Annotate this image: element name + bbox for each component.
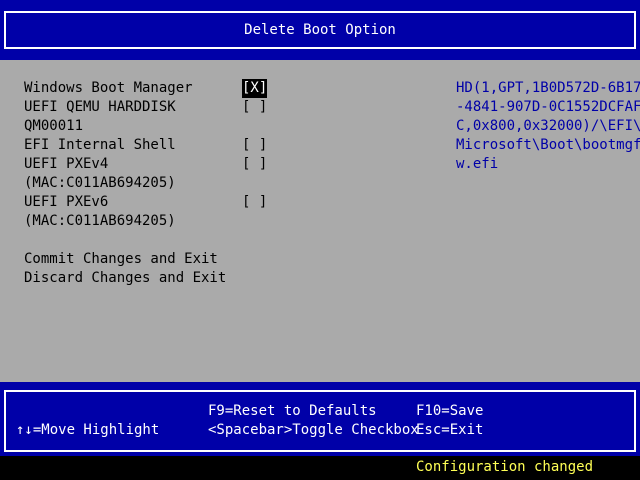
boot-option-label-continuation[interactable]: (MAC:C011AB694205) [24,212,176,231]
boot-option-label-continuation[interactable]: (MAC:C011AB694205) [24,174,176,193]
discard-changes-button[interactable]: Discard Changes and Exit [24,269,226,288]
exit-hint: Esc=Exit [416,422,484,438]
boot-option-checkbox[interactable]: [ ] [242,155,267,174]
boot-option-checkbox[interactable]: [X] [242,79,268,98]
boot-option-uefi-qemu-harddisk[interactable]: UEFI QEMU HARDDISK [24,98,176,117]
help-text-line: Microsoft\Boot\bootmgf [456,137,640,153]
boot-option-checkbox[interactable]: [ ] [242,193,267,212]
help-text-line: -4841-907D-0C1552DCFAF [456,99,640,115]
boot-option-efi-internal-shell[interactable]: EFI Internal Shell [24,136,176,155]
save-hint: F10=Save [416,403,484,419]
help-text-line: w.efi [456,156,499,172]
boot-option-windows-boot-manager[interactable]: Windows Boot Manager [24,79,193,98]
status-message: Configuration changed [416,459,594,475]
bios-screen: Delete Boot Option Windows Boot Manager … [0,0,640,480]
boot-option-checkbox[interactable]: [ ] [242,98,267,117]
toggle-checkbox-hint: <Spacebar>Toggle Checkbox [208,422,419,438]
key-help-footer: ↑↓=Move Highlight F9=Reset to Defaults <… [0,382,640,456]
boot-option-checkbox[interactable]: [ ] [242,136,267,155]
boot-option-uefi-pxev4[interactable]: UEFI PXEv4 [24,155,108,174]
status-bar: Configuration changed [0,456,640,480]
footer-frame: ↑↓=Move Highlight F9=Reset to Defaults <… [4,390,636,452]
menu-area: Windows Boot Manager [X] UEFI QEMU HARDD… [0,60,640,382]
boot-option-uefi-pxev6[interactable]: UEFI PXEv6 [24,193,108,212]
title-frame: Delete Boot Option [4,11,636,49]
help-text-line: C,0x800,0x32000)/\EFI\ [456,118,640,134]
commit-changes-button[interactable]: Commit Changes and Exit [24,250,218,269]
page-title: Delete Boot Option [244,22,396,38]
boot-option-label-continuation[interactable]: QM00011 [24,117,83,136]
move-highlight-hint: ↑↓=Move Highlight [16,422,160,438]
help-text-line: HD(1,GPT,1B0D572D-6B17 [456,80,640,96]
title-bar: Delete Boot Option [0,0,640,60]
reset-defaults-hint: F9=Reset to Defaults [208,403,377,419]
